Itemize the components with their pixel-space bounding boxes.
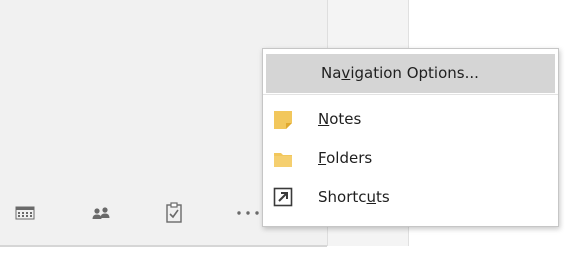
notes-icon — [274, 111, 292, 129]
more-icon — [237, 211, 259, 215]
menu-item-label: Shortcuts — [318, 188, 390, 206]
more-button[interactable] — [231, 198, 261, 228]
navigation-options-menu: Navigation Options... Notes Folders Shor… — [262, 48, 559, 227]
people-button[interactable] — [86, 198, 116, 228]
calendar-button[interactable] — [10, 198, 40, 228]
tasks-icon — [166, 202, 182, 223]
menu-item-label: Navigation Options... — [321, 64, 479, 82]
menu-separator — [263, 94, 558, 95]
folders-icon — [274, 153, 292, 167]
menu-item-label: Notes — [318, 110, 362, 128]
menu-item-notes[interactable]: Notes — [263, 100, 558, 139]
menu-item-shortcuts[interactable]: Shortcuts — [263, 178, 558, 217]
bottom-rule — [0, 245, 327, 247]
people-icon — [92, 207, 110, 219]
calendar-icon — [15, 206, 35, 220]
tasks-button[interactable] — [159, 198, 189, 228]
shortcuts-icon — [273, 187, 293, 207]
menu-item-folders[interactable]: Folders — [263, 139, 558, 178]
menu-item-label: Folders — [318, 149, 373, 167]
menu-item-navigation-options[interactable]: Navigation Options... — [266, 54, 555, 93]
